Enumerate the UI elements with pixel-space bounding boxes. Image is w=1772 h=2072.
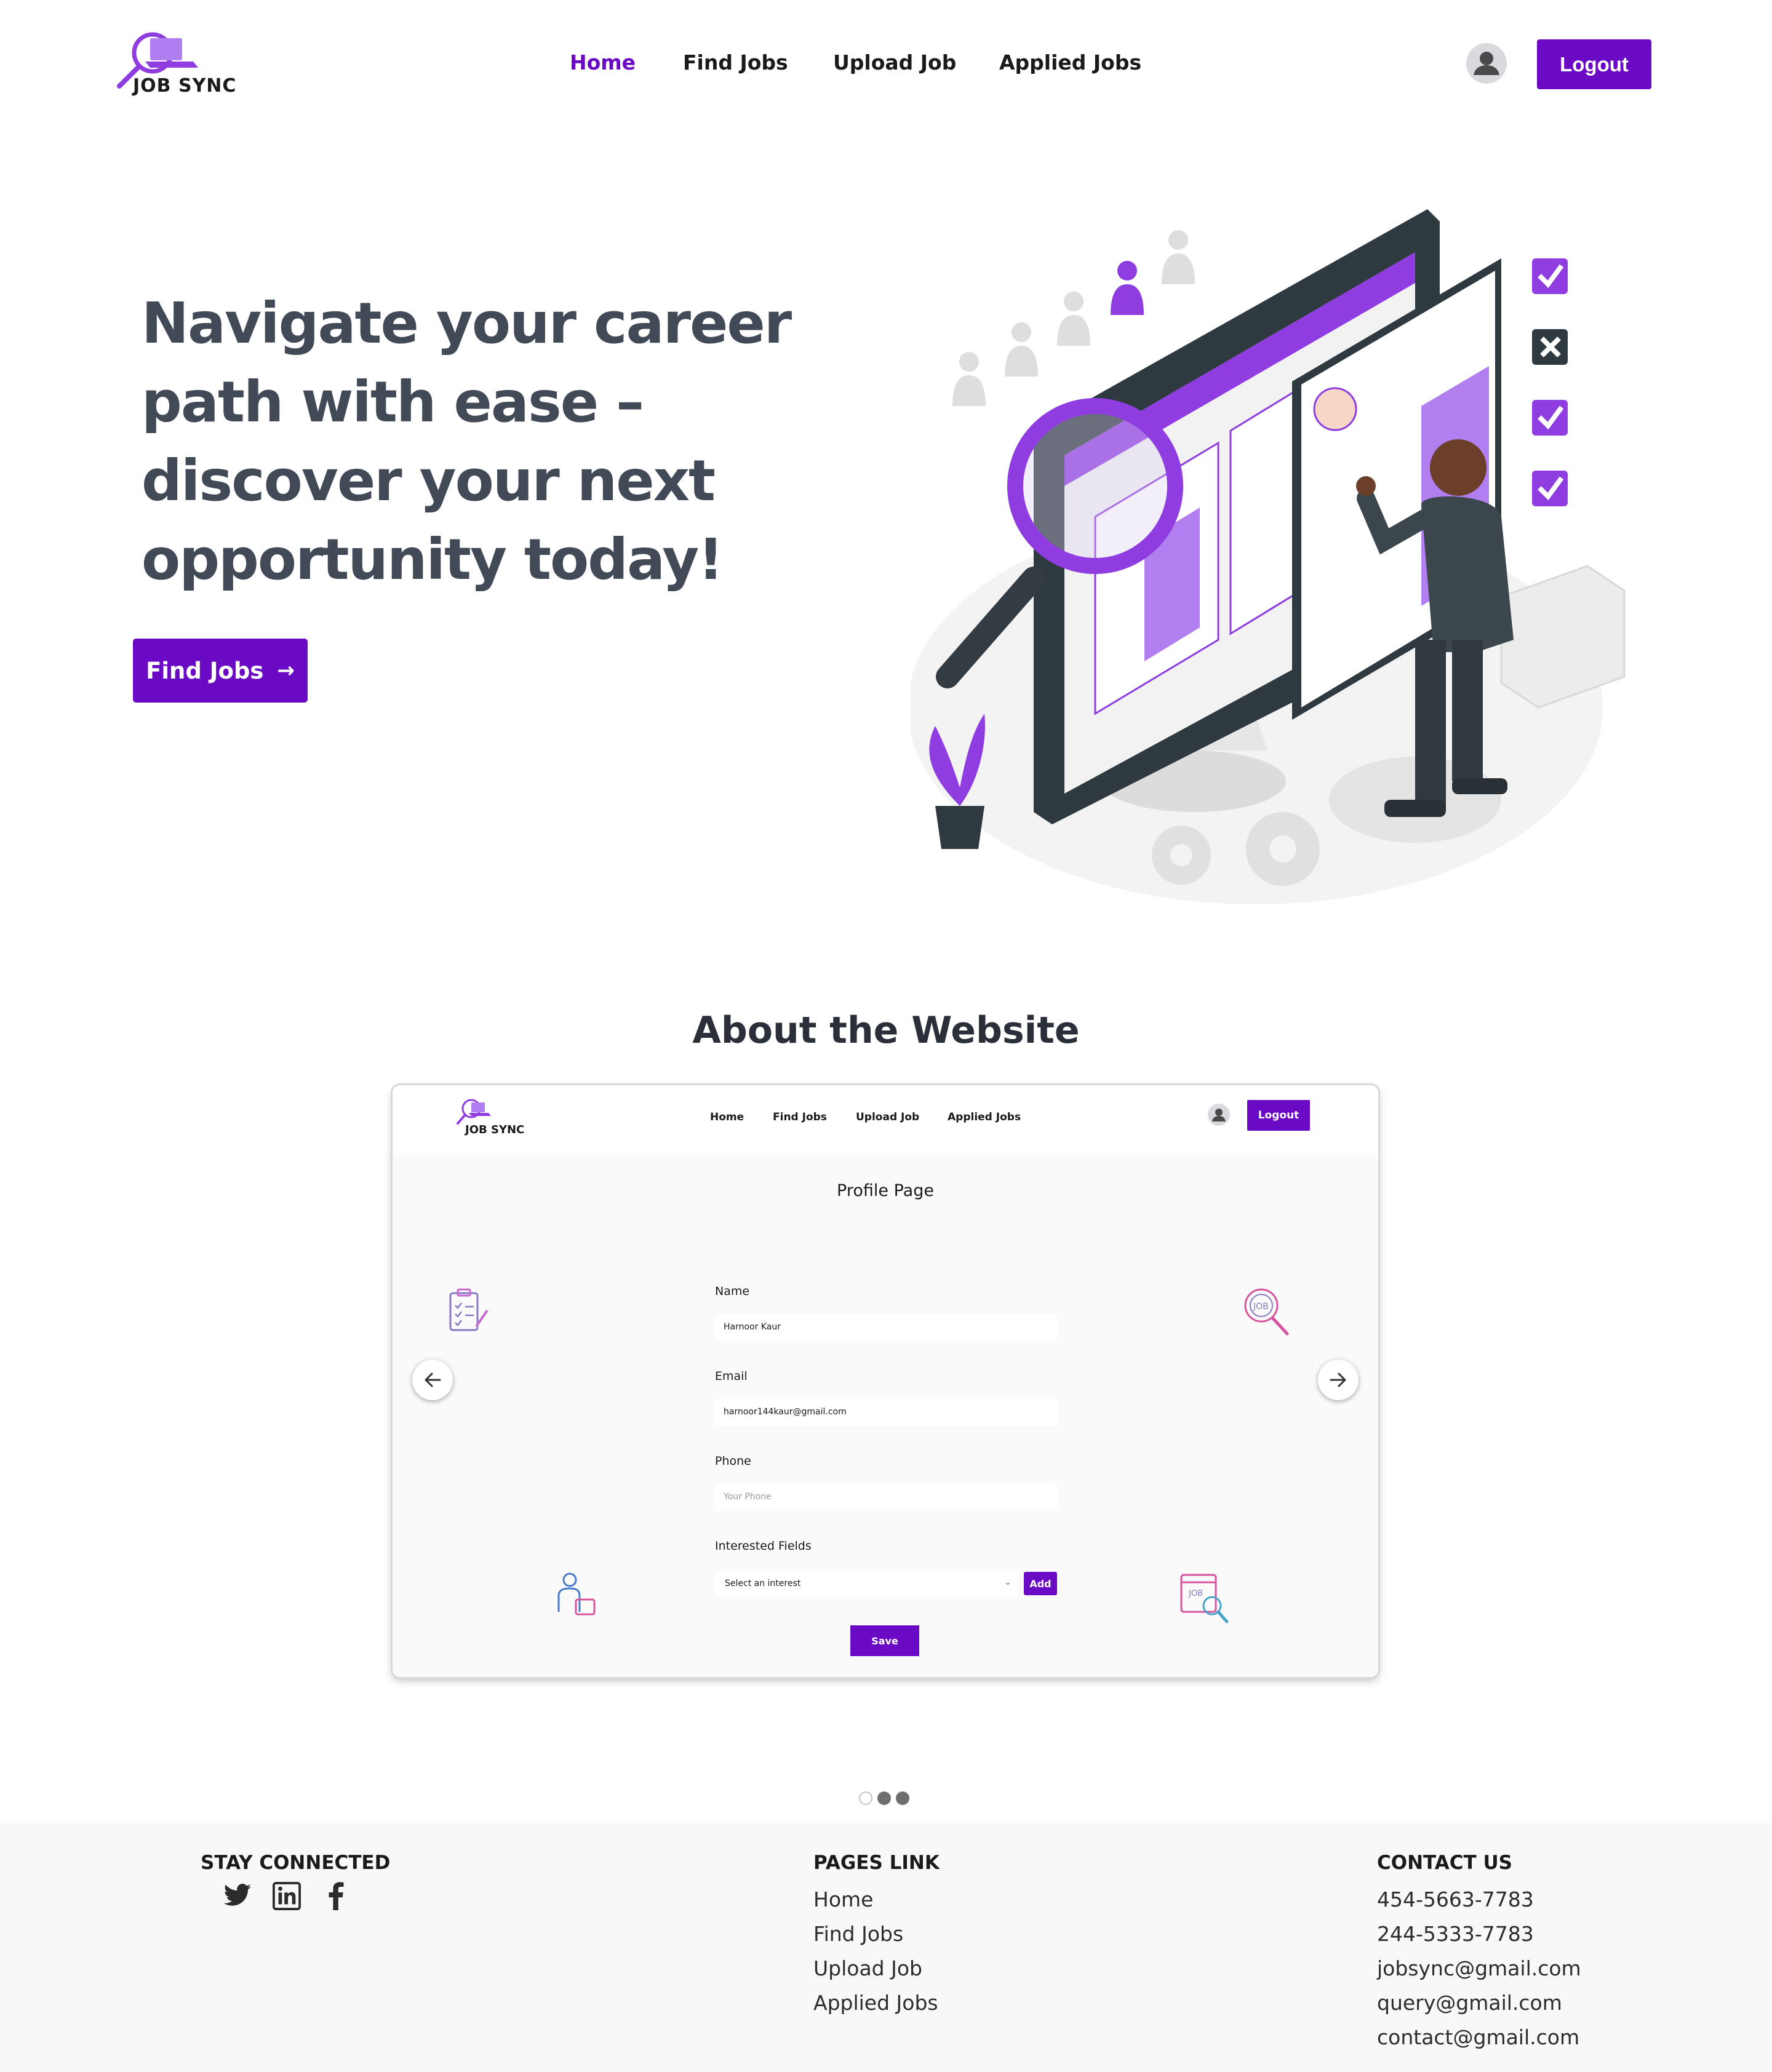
interest-select: Select an interest ⌄ bbox=[715, 1571, 1018, 1596]
twitter-icon bbox=[223, 1884, 251, 1906]
footer-link-find-jobs[interactable]: Find Jobs bbox=[813, 1922, 903, 1946]
job-clipboard-icon bbox=[449, 1288, 489, 1331]
facebook-icon bbox=[329, 1882, 344, 1910]
carousel-indicators bbox=[859, 1791, 909, 1805]
mini-user-icon bbox=[1208, 1104, 1230, 1126]
job-search-icon: JOB bbox=[1244, 1288, 1289, 1336]
user-avatar[interactable] bbox=[1466, 43, 1507, 84]
twitter-link[interactable] bbox=[219, 1878, 256, 1915]
contact-phone-2: 244-5333-7783 bbox=[1377, 1922, 1534, 1946]
slide-header: JOB SYNC Home Find Jobs Upload Job Appli… bbox=[393, 1085, 1378, 1155]
interest-select-value: Select an interest bbox=[725, 1579, 801, 1588]
contact-us-heading: CONTACT US bbox=[1377, 1852, 1512, 1874]
name-label: Name bbox=[715, 1285, 750, 1298]
pages-link-heading: PAGES LINK bbox=[813, 1852, 940, 1874]
site-footer: STAY CONNECTED PAGES LINK Home Find Jobs… bbox=[0, 1823, 1772, 2072]
mini-nav-applied-jobs: Applied Jobs bbox=[948, 1111, 1021, 1123]
contact-phone-1: 454-5663-7783 bbox=[1377, 1887, 1534, 1911]
profile-page-title: Profile Page bbox=[837, 1181, 934, 1200]
contact-email-3[interactable]: contact@gmail.com bbox=[1377, 2025, 1579, 2049]
find-jobs-button[interactable]: Find Jobs → bbox=[133, 639, 308, 703]
mini-nav-home: Home bbox=[710, 1111, 744, 1123]
mini-logo-text: JOB SYNC bbox=[465, 1123, 525, 1136]
logout-button[interactable]: Logout bbox=[1537, 39, 1651, 89]
phone-field: Your Phone bbox=[715, 1484, 1057, 1511]
svg-text:JOB: JOB bbox=[1188, 1589, 1203, 1598]
nav-home[interactable]: Home bbox=[570, 50, 636, 74]
linkedin-icon bbox=[273, 1882, 301, 1910]
arrow-right-icon: → bbox=[277, 658, 295, 683]
carousel-prev-button[interactable] bbox=[412, 1360, 453, 1400]
footer-link-home[interactable]: Home bbox=[813, 1887, 873, 1911]
carousel-dot-2[interactable] bbox=[877, 1791, 891, 1805]
linkedin-link[interactable] bbox=[268, 1878, 305, 1915]
find-jobs-label: Find Jobs bbox=[146, 657, 264, 684]
job-search-illustration bbox=[911, 209, 1626, 904]
nav-upload-job[interactable]: Upload Job bbox=[833, 50, 956, 74]
checklist-icons bbox=[1532, 258, 1568, 506]
chevron-down-icon: ⌄ bbox=[1004, 1577, 1012, 1587]
footer-link-applied-jobs[interactable]: Applied Jobs bbox=[813, 1991, 938, 2015]
interests-label: Interested Fields bbox=[715, 1539, 812, 1553]
facebook-link[interactable] bbox=[317, 1878, 354, 1915]
stay-connected-heading: STAY CONNECTED bbox=[201, 1852, 391, 1874]
site-header: JOB SYNC Home Find Jobs Upload Job Appli… bbox=[0, 0, 1772, 129]
hero-title: Navigate your career path with ease – di… bbox=[142, 290, 792, 592]
name-field: Harnoor Kaur bbox=[715, 1314, 1057, 1341]
svg-text:JOB: JOB bbox=[1253, 1302, 1269, 1312]
add-interest-button: Add bbox=[1024, 1572, 1057, 1595]
job-listing-icon: JOB bbox=[1180, 1574, 1229, 1624]
email-field: harnoor144kaur@gmail.com bbox=[715, 1399, 1057, 1426]
contact-email-1[interactable]: jobsync@gmail.com bbox=[1377, 1956, 1581, 1980]
nav-applied-jobs[interactable]: Applied Jobs bbox=[999, 50, 1141, 74]
contact-email-2[interactable]: query@gmail.com bbox=[1377, 1991, 1562, 2015]
user-icon bbox=[1474, 52, 1499, 75]
footer-link-upload-job[interactable]: Upload Job bbox=[813, 1956, 922, 1980]
email-label: Email bbox=[715, 1369, 748, 1383]
save-button: Save bbox=[850, 1625, 919, 1656]
mini-logout-button: Logout bbox=[1247, 1100, 1310, 1131]
about-section-title: About the Website bbox=[692, 1009, 1080, 1052]
carousel-dot-3[interactable] bbox=[896, 1791, 909, 1805]
arrow-right-icon bbox=[1330, 1373, 1346, 1387]
phone-label: Phone bbox=[715, 1454, 751, 1468]
screenshot-carousel: JOB SYNC Home Find Jobs Upload Job Appli… bbox=[393, 1085, 1378, 1677]
carousel-next-button[interactable] bbox=[1318, 1360, 1359, 1400]
arrow-left-icon bbox=[425, 1373, 441, 1387]
businessman-icon bbox=[557, 1572, 596, 1616]
mini-nav-upload-job: Upload Job bbox=[856, 1111, 920, 1123]
mini-nav-find-jobs: Find Jobs bbox=[773, 1111, 827, 1123]
nav-find-jobs[interactable]: Find Jobs bbox=[683, 50, 788, 74]
carousel-dot-1[interactable] bbox=[859, 1791, 872, 1805]
